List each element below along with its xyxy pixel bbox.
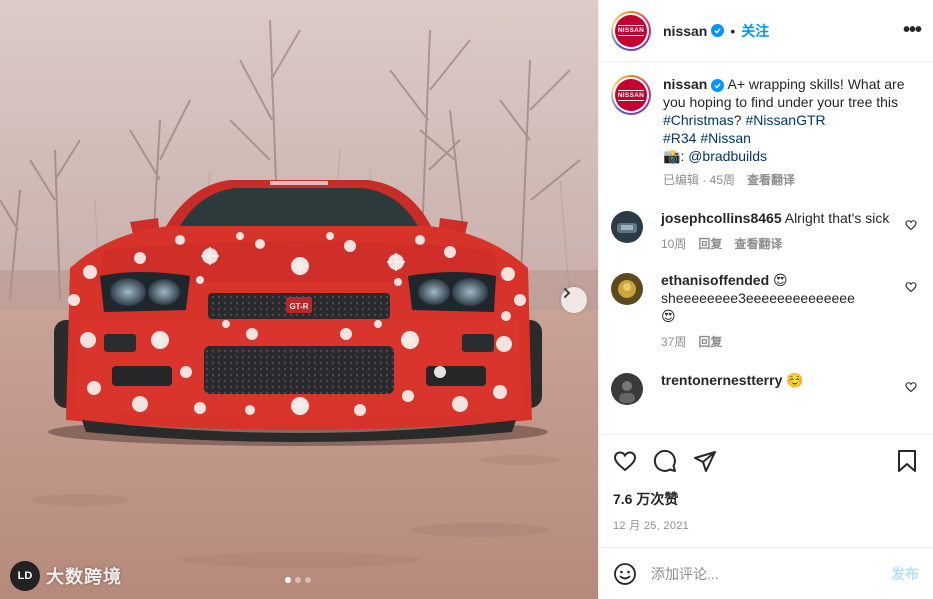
comment-item: ethanisoffended 😍 sheeeeeeee3eeeeeeeeeee…: [611, 271, 919, 351]
watermark-logo: LD: [10, 561, 40, 591]
svg-text:GT-R: GT-R: [289, 302, 308, 311]
avatar-logo-text: NISSAN: [617, 25, 645, 36]
translate-button[interactable]: 查看翻译: [747, 171, 795, 189]
save-bookmark-icon[interactable]: [895, 449, 919, 473]
like-comment-heart-icon[interactable]: [905, 281, 917, 293]
carousel-dot: [305, 577, 311, 583]
reply-button[interactable]: 回复: [698, 333, 722, 351]
translate-button[interactable]: 查看翻译: [734, 235, 782, 253]
reply-button[interactable]: 回复: [698, 235, 722, 253]
comment-username-emoji: ☺️: [786, 372, 804, 388]
carousel-next-button[interactable]: [561, 287, 587, 313]
verified-badge-icon: [711, 79, 725, 92]
post-panel: NISSAN nissan • 关注 ••• NISSAN nissan A+ …: [598, 0, 933, 599]
comment-username[interactable]: ethanisoffended: [661, 272, 769, 288]
caption-username[interactable]: nissan: [663, 76, 707, 92]
like-heart-icon[interactable]: [613, 449, 637, 473]
separator-dot: •: [730, 22, 736, 39]
comment-input[interactable]: [651, 565, 891, 582]
mention-link[interactable]: @bradbuilds: [688, 148, 767, 164]
comments-section[interactable]: NISSAN nissan A+ wrapping skills! What a…: [599, 63, 933, 433]
comment-username-emoji: 😍: [773, 272, 788, 288]
comment-text: sheeeeeeee3eeeeeeeeeeeeee: [661, 290, 855, 306]
watermark-text: 大数跨境: [46, 567, 122, 587]
post-date: 12 月 25, 2021: [613, 520, 690, 532]
carousel-dot: [295, 577, 301, 583]
caption-avatar[interactable]: NISSAN: [611, 75, 651, 115]
car-photo: GT-R: [0, 0, 598, 599]
likes-count[interactable]: 7.6 万次赞: [613, 489, 919, 509]
header-username[interactable]: nissan: [663, 23, 707, 39]
comment-item: trentonernestterry ☺️: [611, 371, 919, 405]
caption-edited-time: 已编辑 · 45周: [663, 173, 736, 187]
commenter-avatar[interactable]: [611, 273, 643, 305]
comment-text-emoji: 😍: [661, 308, 676, 324]
caption-text: ?: [733, 112, 746, 128]
carousel-dot: [285, 577, 291, 583]
camera-emoji: 📸: [663, 148, 681, 164]
hashtag-link[interactable]: #Christmas: [663, 112, 734, 128]
carousel-indicator: [285, 577, 311, 583]
comment-username[interactable]: josephcollins8465: [661, 210, 782, 226]
commenter-avatar[interactable]: [611, 373, 643, 405]
like-comment-heart-icon[interactable]: [905, 219, 917, 231]
comment-composer: 发布: [599, 547, 933, 599]
post-comment-button[interactable]: 发布: [891, 564, 919, 584]
post-media[interactable]: GT-R LD 大数跨境: [0, 0, 598, 599]
profile-avatar[interactable]: NISSAN: [611, 10, 651, 51]
commenter-avatar[interactable]: [611, 211, 643, 243]
post-header: NISSAN nissan • 关注 •••: [599, 0, 933, 62]
chevron-right-icon: [564, 288, 571, 298]
emoji-smiley-icon[interactable]: [613, 562, 637, 586]
hashtag-link[interactable]: #Nissan: [700, 130, 751, 146]
comment-time: 37周: [661, 335, 687, 349]
follow-button[interactable]: 关注: [741, 21, 769, 41]
hashtag-link[interactable]: #R34: [663, 130, 696, 146]
comment-item: josephcollins8465 Alright that's sick 10…: [611, 209, 919, 253]
verified-badge-icon: [711, 24, 725, 37]
post-actions: 7.6 万次赞 12 月 25, 2021: [599, 434, 933, 533]
more-options-icon[interactable]: •••: [903, 19, 922, 42]
post-caption: NISSAN nissan A+ wrapping skills! What a…: [611, 75, 919, 189]
like-comment-heart-icon[interactable]: [905, 381, 917, 393]
comment-bubble-icon[interactable]: [653, 449, 677, 473]
watermark: LD 大数跨境: [10, 561, 122, 591]
hashtag-link[interactable]: #NissanGTR: [745, 112, 825, 128]
avatar-logo-text: NISSAN: [617, 89, 645, 101]
comment-username[interactable]: trentonernestterry: [661, 372, 782, 388]
comment-time: 10周: [661, 237, 687, 251]
share-paper-plane-icon[interactable]: [693, 449, 717, 473]
comment-text: Alright that's sick: [784, 210, 890, 226]
